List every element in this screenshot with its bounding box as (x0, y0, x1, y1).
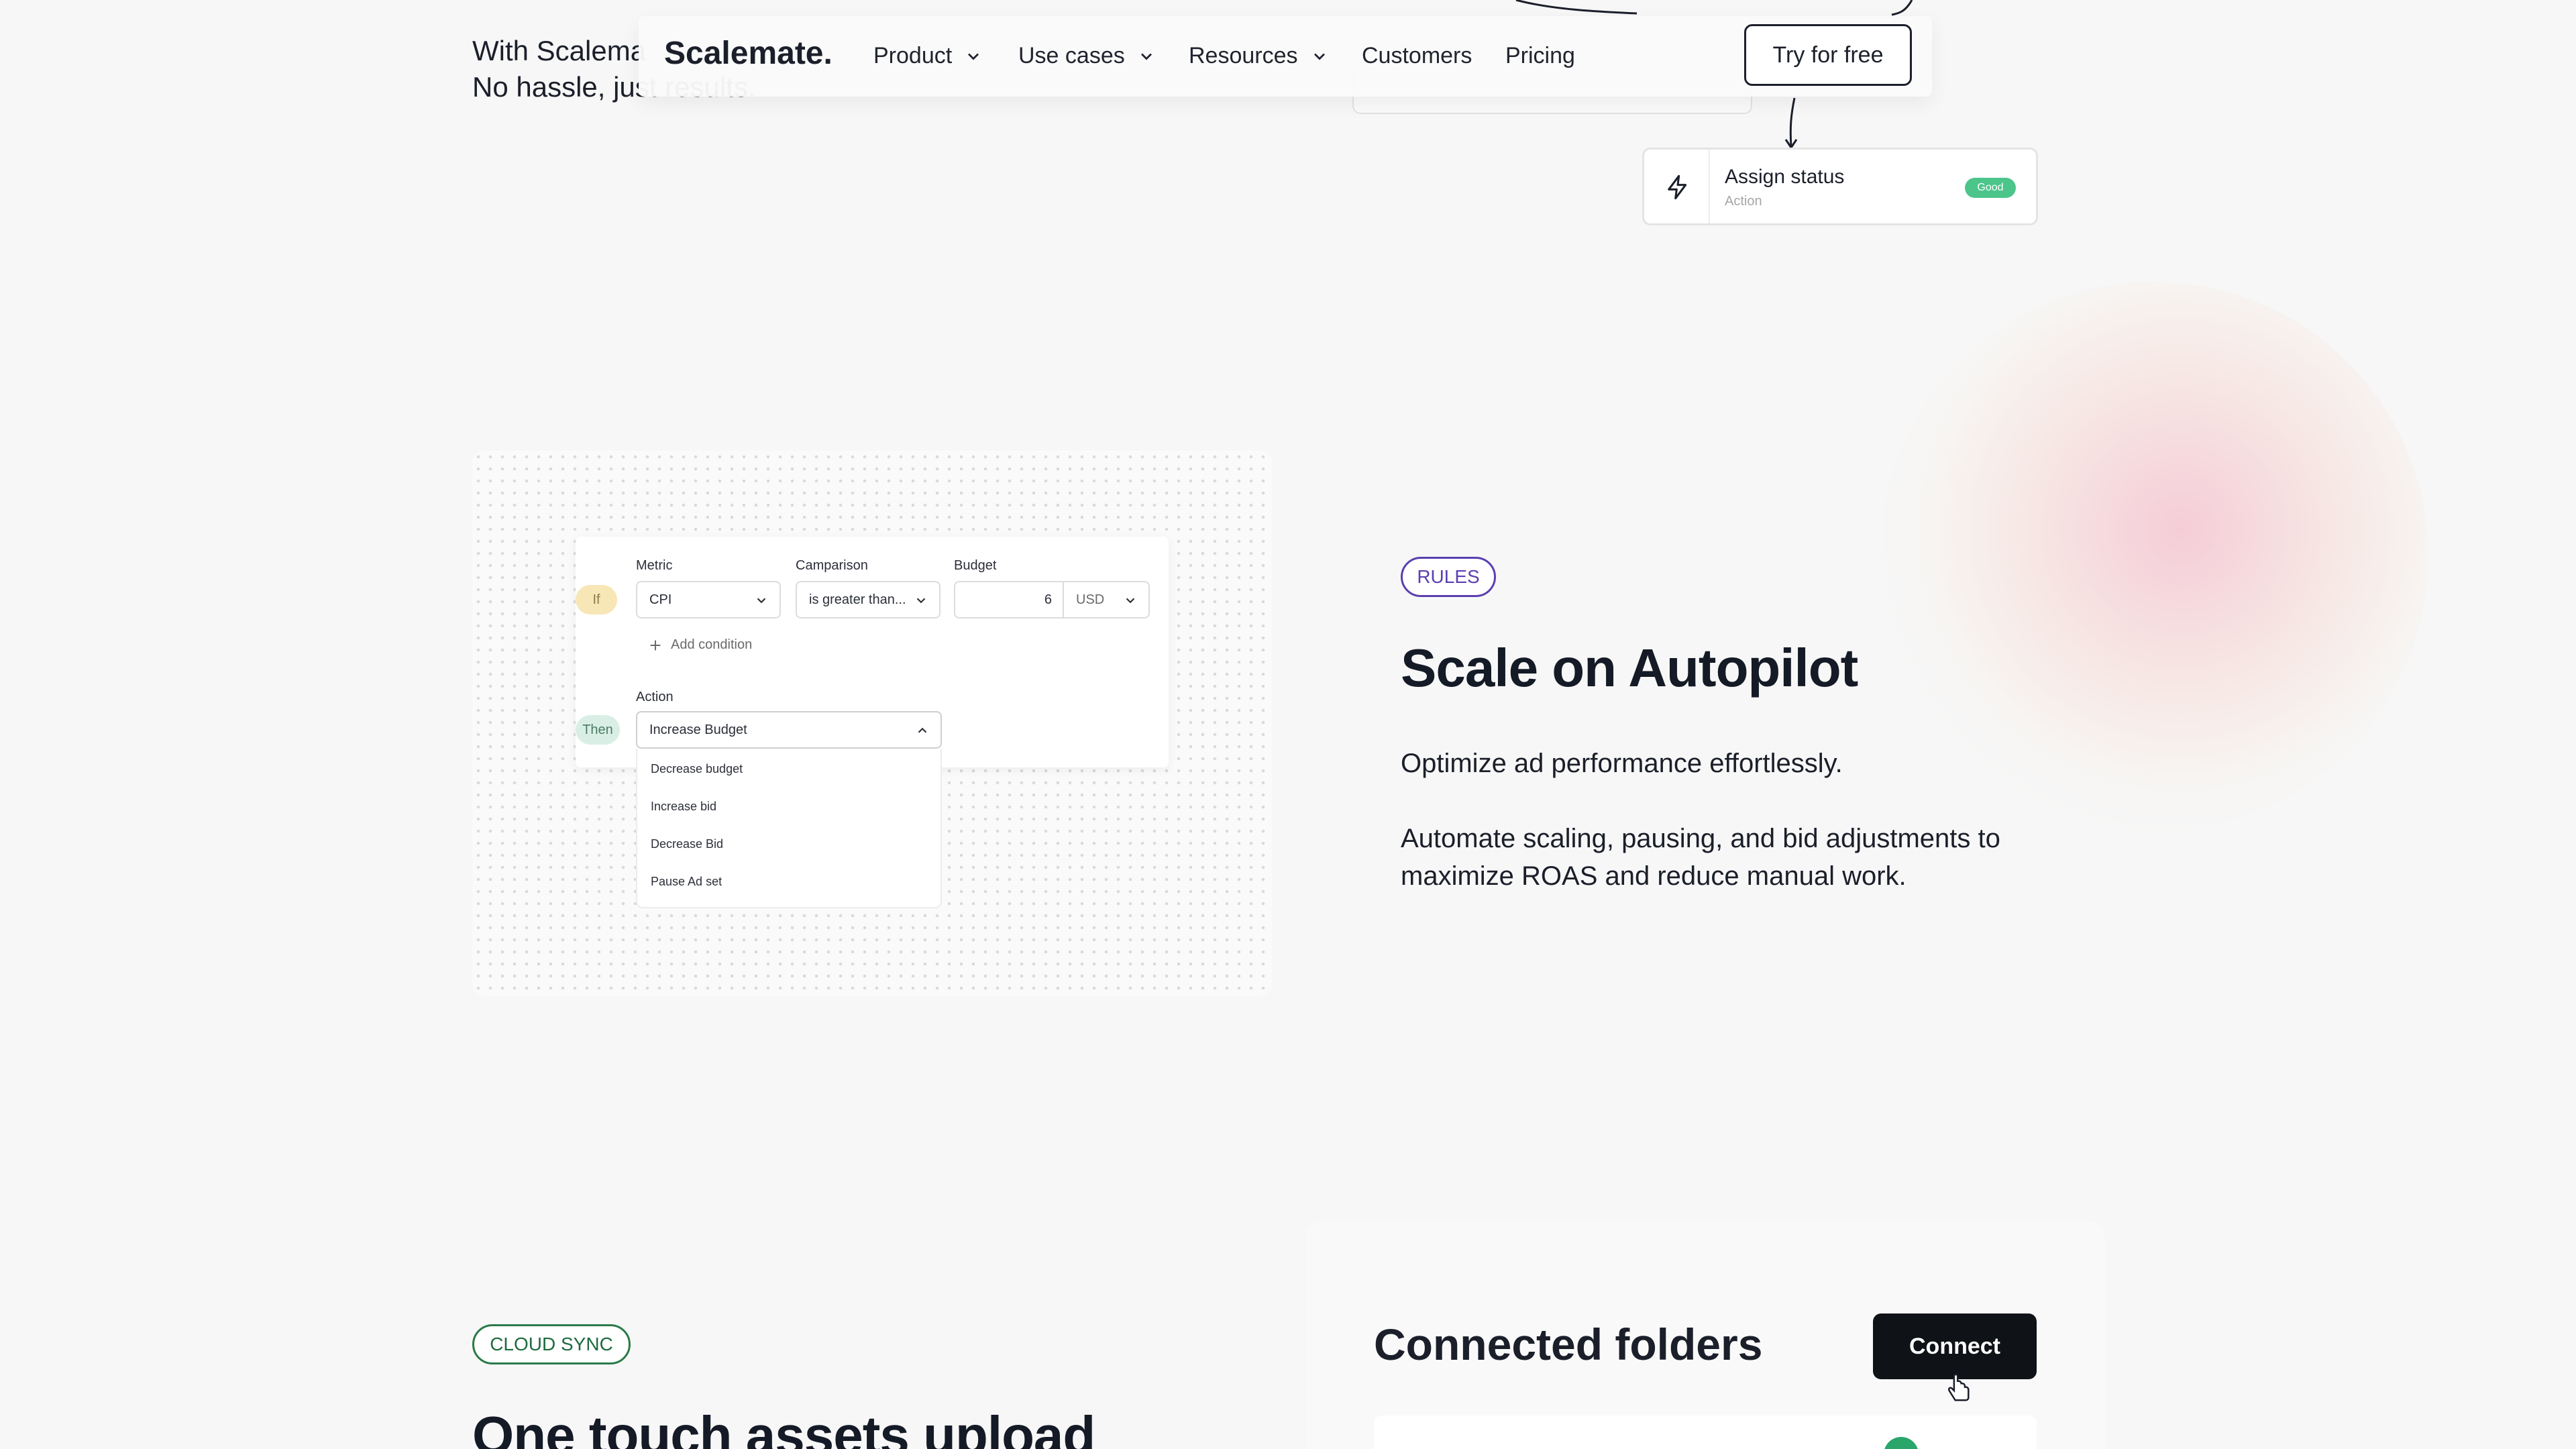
metric-label: Metric (636, 558, 673, 573)
nav-item-label: Use cases (1018, 43, 1125, 68)
action-label: Action (636, 690, 674, 704)
dropdown-option[interactable]: Decrease budget (651, 762, 743, 776)
connected-folders-title: Connected folders (1374, 1320, 1763, 1369)
nav-item-label: Resources (1189, 43, 1298, 68)
lightning-icon (1668, 174, 1687, 200)
section-paragraph-2-line-2: maximize ROAS and reduce manual work. (1401, 861, 1907, 891)
budget-label: Budget (954, 558, 997, 573)
budget-input[interactable]: 6 (954, 581, 1064, 619)
decorative-gradient-blob (1878, 282, 2428, 832)
currency-select[interactable]: USD (1063, 581, 1150, 619)
plus-icon (650, 640, 661, 650)
budget-input-value: 6 (1044, 592, 1052, 607)
assign-status-subtitle: Action (1725, 194, 1762, 209)
comparison-select[interactable]: is greater than... (796, 581, 941, 619)
section-paragraph-1: Optimize ad performance effortlessly. (1401, 749, 1843, 778)
section-paragraph-2-line-1: Automate scaling, pausing, and bid adjus… (1401, 824, 2000, 853)
chevron-up-icon (918, 727, 927, 733)
nav-item-label: Product (873, 43, 953, 68)
chevron-down-icon (968, 53, 979, 60)
pointer-cursor-icon (1948, 1374, 1970, 1401)
metric-select[interactable]: CPI (636, 581, 781, 619)
nav-item-customers[interactable]: Customers (1362, 43, 1472, 69)
hero-text-line-1: With Scalema (472, 35, 647, 66)
action-select-value: Increase Budget (649, 722, 747, 737)
chevron-down-icon (916, 598, 926, 604)
currency-select-value: USD (1076, 592, 1105, 607)
dropdown-option[interactable]: Increase bid (651, 800, 716, 814)
rules-tag: RULES (1401, 557, 1496, 597)
nav-item-label: Customers (1362, 43, 1472, 68)
comparison-select-value: is greater than... (809, 592, 906, 607)
card-divider (1709, 150, 1710, 223)
chevron-down-icon (1140, 53, 1152, 60)
action-select[interactable]: Increase Budget (636, 711, 942, 749)
chevron-down-icon (757, 598, 766, 604)
top-navbar: Scalemate. Product Use cases Resources C… (639, 16, 1932, 97)
dropdown-option[interactable]: Decrease Bid (651, 837, 723, 851)
folder-row[interactable] (1374, 1415, 2037, 1449)
if-pill: If (576, 585, 617, 614)
assign-status-title: Assign status (1725, 166, 1845, 188)
nav-item-use-cases[interactable]: Use cases (1018, 43, 1156, 69)
chevron-down-icon (1313, 53, 1325, 60)
nav-item-product[interactable]: Product (873, 43, 983, 69)
nav-item-resources[interactable]: Resources (1189, 43, 1329, 69)
connect-button[interactable]: Connect (1873, 1313, 2037, 1379)
chevron-down-icon (1126, 598, 1135, 604)
add-condition-label: Add condition (671, 637, 753, 652)
brand-logo[interactable]: Scalemate. (664, 35, 833, 72)
nav-item-pricing[interactable]: Pricing (1505, 43, 1575, 69)
dropdown-option[interactable]: Pause Ad set (651, 875, 722, 889)
action-dropdown-menu: Decrease budget Increase bid Decrease Bi… (636, 749, 942, 908)
section-title: Scale on Autopilot (1401, 638, 1858, 698)
then-pill: Then (576, 715, 620, 745)
add-condition-button[interactable]: Add condition (648, 637, 752, 653)
cloud-sync-tag: CLOUD SYNC (472, 1324, 631, 1364)
status-badge: Good (1965, 178, 2016, 198)
try-for-free-button[interactable]: Try for free (1744, 24, 1912, 86)
comparison-label: Camparison (796, 558, 868, 573)
nav-item-label: Pricing (1505, 43, 1575, 68)
assign-status-card: Assign status Action Good (1642, 148, 2038, 225)
section-title: One touch assets upload (472, 1405, 1095, 1449)
metric-select-value: CPI (649, 592, 672, 607)
